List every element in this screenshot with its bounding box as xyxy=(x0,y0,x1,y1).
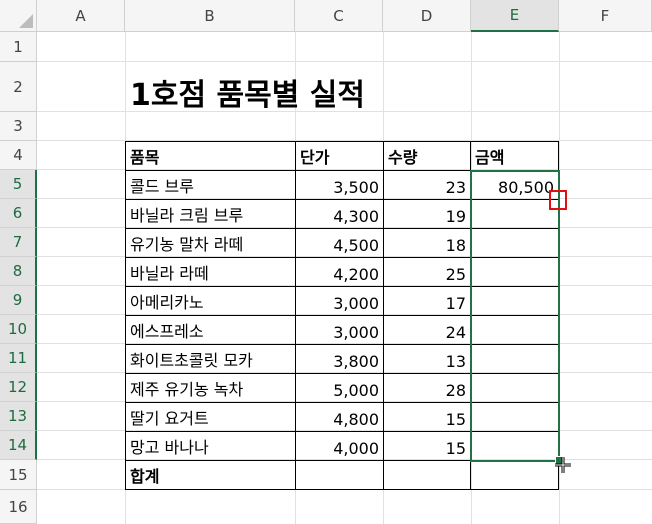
selection-range xyxy=(470,170,560,462)
cell-b13[interactable]: 딸기 요거트 xyxy=(126,402,295,431)
gridline xyxy=(37,61,652,62)
cell-b8[interactable]: 바닐라 라떼 xyxy=(126,257,295,286)
cell-b15[interactable]: 합계 xyxy=(126,460,295,489)
row-header-16[interactable]: 16 xyxy=(0,490,37,524)
cell-d7[interactable]: 18 xyxy=(384,228,470,257)
column-header-c[interactable]: C xyxy=(295,0,383,32)
row-header-6[interactable]: 6 xyxy=(0,199,37,228)
cell-d5[interactable]: 23 xyxy=(384,170,470,199)
cell-d10[interactable]: 24 xyxy=(384,315,470,344)
row-header-9[interactable]: 9 xyxy=(0,286,37,315)
highlight-box xyxy=(549,190,567,210)
cell-c10[interactable]: 3,000 xyxy=(296,315,383,344)
sheet-title[interactable]: 1호점 품목별 실적 xyxy=(130,70,365,114)
row-header-4[interactable]: 4 xyxy=(0,141,37,170)
select-all-triangle-icon xyxy=(19,14,33,28)
cell-d11[interactable]: 13 xyxy=(384,344,470,373)
cell-c6[interactable]: 4,300 xyxy=(296,199,383,228)
cell-d6[interactable]: 19 xyxy=(384,199,470,228)
row-header-1[interactable]: 1 xyxy=(0,32,37,62)
cell-c9[interactable]: 3,000 xyxy=(296,286,383,315)
cell-c5[interactable]: 3,500 xyxy=(296,170,383,199)
row-header-8[interactable]: 8 xyxy=(0,257,37,286)
row-header-14[interactable]: 14 xyxy=(0,431,37,460)
cell-c13[interactable]: 4,800 xyxy=(296,402,383,431)
select-all-corner[interactable] xyxy=(0,0,37,32)
column-header-e[interactable]: E xyxy=(471,0,559,32)
row-header-5[interactable]: 5 xyxy=(0,170,37,199)
row-header-10[interactable]: 10 xyxy=(0,315,37,344)
row-header-11[interactable]: 11 xyxy=(0,344,37,373)
row-header-15[interactable]: 15 xyxy=(0,460,37,490)
cell-b9[interactable]: 아메리카노 xyxy=(126,286,295,315)
cell-b5[interactable]: 콜드 브루 xyxy=(126,170,295,199)
cell-b12[interactable]: 제주 유기농 녹차 xyxy=(126,373,295,402)
cell-c7[interactable]: 4,500 xyxy=(296,228,383,257)
cell-b7[interactable]: 유기농 말차 라떼 xyxy=(126,228,295,257)
cell-c11[interactable]: 3,800 xyxy=(296,344,383,373)
cell-c12[interactable]: 5,000 xyxy=(296,373,383,402)
row-header-2[interactable]: 2 xyxy=(0,62,37,112)
cell-d13[interactable]: 15 xyxy=(384,402,470,431)
cell-b11[interactable]: 화이트초콜릿 모카 xyxy=(126,344,295,373)
column-header-a[interactable]: A xyxy=(37,0,125,32)
spreadsheet-grid[interactable]: A B C D E F 1 2 3 4 5 6 7 8 9 10 11 12 1… xyxy=(0,0,652,524)
column-header-d[interactable]: D xyxy=(383,0,471,32)
cell-d14[interactable]: 15 xyxy=(384,431,470,460)
column-header-f[interactable]: F xyxy=(559,0,652,32)
table-border xyxy=(125,489,559,490)
cell-c8[interactable]: 4,200 xyxy=(296,257,383,286)
cell-c4[interactable]: 단가 xyxy=(296,141,383,170)
cell-b4[interactable]: 품목 xyxy=(126,141,295,170)
row-header-3[interactable]: 3 xyxy=(0,112,37,141)
crosshair-cursor-icon xyxy=(555,457,571,473)
cell-c14[interactable]: 4,000 xyxy=(296,431,383,460)
cell-d12[interactable]: 28 xyxy=(384,373,470,402)
cell-e4[interactable]: 금액 xyxy=(471,141,558,170)
column-header-b[interactable]: B xyxy=(125,0,295,32)
cell-b10[interactable]: 에스프레소 xyxy=(126,315,295,344)
cell-d9[interactable]: 17 xyxy=(384,286,470,315)
cell-d4[interactable]: 수량 xyxy=(384,141,470,170)
row-header-7[interactable]: 7 xyxy=(0,228,37,257)
cell-b14[interactable]: 망고 바나나 xyxy=(126,431,295,460)
row-header-12[interactable]: 12 xyxy=(0,373,37,402)
cell-b6[interactable]: 바닐라 크림 브루 xyxy=(126,199,295,228)
cell-d8[interactable]: 25 xyxy=(384,257,470,286)
row-header-13[interactable]: 13 xyxy=(0,402,37,431)
